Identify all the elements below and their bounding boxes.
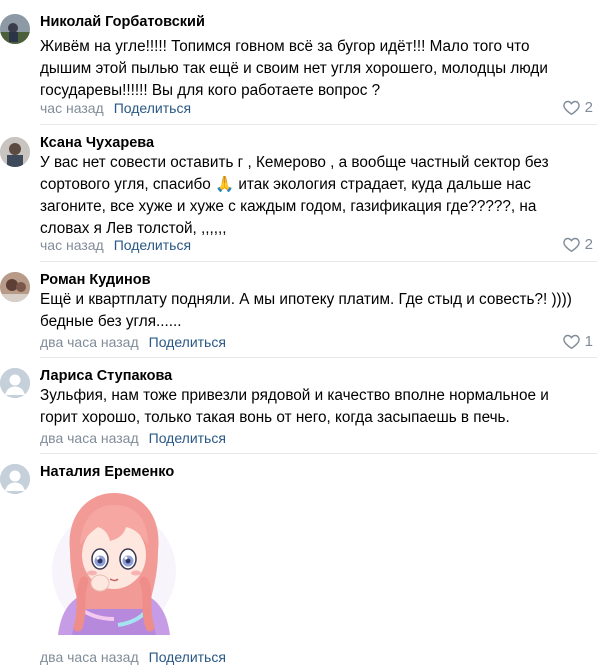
- comment-text: Зульфия, нам тоже привезли рядовой и кач…: [40, 387, 549, 426]
- comment-meta: два часа назад Поделиться: [40, 649, 226, 665]
- comment-author[interactable]: Николай Горбатовский: [40, 14, 205, 30]
- user-silhouette-icon: [0, 464, 30, 494]
- avatar[interactable]: [0, 368, 30, 398]
- like-button[interactable]: 2: [562, 99, 593, 116]
- avatar[interactable]: [0, 464, 30, 494]
- comment-meta: час назад Поделиться: [40, 100, 191, 116]
- share-button[interactable]: Поделиться: [149, 649, 226, 665]
- comment-item: Роман Кудинов Ещё и квартплату подняли. …: [0, 262, 607, 358]
- comment-author[interactable]: Роман Кудинов: [40, 272, 151, 288]
- heart-outline-icon: [562, 237, 580, 252]
- comment-text: У вас нет совести оставить г , Кемерово …: [40, 154, 549, 237]
- avatar[interactable]: [0, 272, 30, 302]
- comment-meta: два часа назад Поделиться: [40, 334, 226, 350]
- comment-text: Живём на угле!!!!! Топимся говном всё за…: [40, 38, 548, 99]
- comment-author[interactable]: Лариса Ступакова: [40, 368, 172, 384]
- comment-item: Николай Горбатовский Живём на угле!!!!! …: [0, 0, 607, 125]
- comment-text: Ещё и квартплату подняли. А мы ипотеку п…: [40, 291, 572, 330]
- avatar[interactable]: [0, 14, 30, 44]
- comment-time[interactable]: два часа назад: [40, 334, 139, 350]
- comment-time[interactable]: два часа назад: [40, 649, 139, 665]
- comment-author[interactable]: Ксана Чухарева: [40, 135, 154, 151]
- comment-item: Ксана Чухарева У вас нет совести оставит…: [0, 125, 607, 262]
- user-silhouette-icon: [0, 368, 30, 398]
- share-button[interactable]: Поделиться: [149, 430, 226, 446]
- heart-outline-icon: [562, 100, 580, 115]
- comment-meta: час назад Поделиться: [40, 237, 191, 253]
- comment-meta: два часа назад Поделиться: [40, 430, 226, 446]
- comment-time[interactable]: два часа назад: [40, 430, 139, 446]
- comment-time[interactable]: час назад: [40, 100, 104, 116]
- share-button[interactable]: Поделиться: [149, 334, 226, 350]
- like-count: 1: [584, 333, 593, 350]
- share-button[interactable]: Поделиться: [114, 100, 191, 116]
- like-count: 2: [584, 236, 593, 253]
- heart-outline-icon: [562, 334, 580, 349]
- like-button[interactable]: 1: [562, 333, 593, 350]
- comment-item: Лариса Ступакова Зульфия, нам тоже приве…: [0, 358, 607, 454]
- comment-author[interactable]: Наталия Еременко: [40, 464, 174, 480]
- anime-girl-sticker[interactable]: [48, 485, 180, 635]
- like-count: 2: [584, 99, 593, 116]
- like-button[interactable]: 2: [562, 236, 593, 253]
- share-button[interactable]: Поделиться: [114, 237, 191, 253]
- comment-time[interactable]: час назад: [40, 237, 104, 253]
- avatar[interactable]: [0, 137, 30, 167]
